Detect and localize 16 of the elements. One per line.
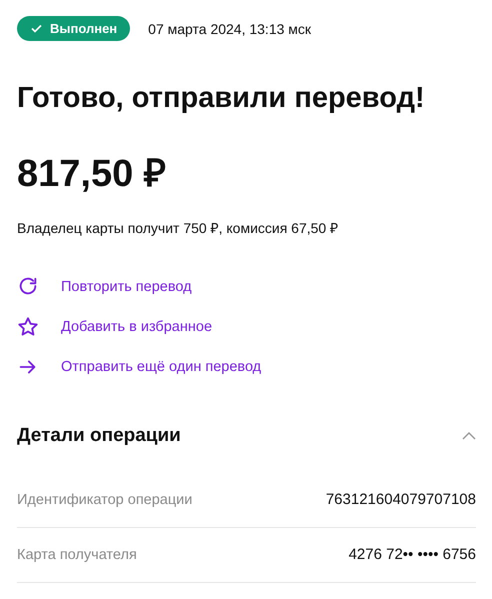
operation-date: 07 марта 2024, 13:13 мск [148, 20, 312, 36]
detail-value: 4276 72•• •••• 6756 [348, 546, 476, 564]
status-badge: Выполнен [17, 16, 130, 41]
chevron-icon[interactable] [462, 432, 476, 440]
action-link[interactable]: Добавить в избранное [17, 314, 476, 339]
action-link[interactable]: Повторить перевод [17, 274, 476, 299]
page-title: Готово, отправили перевод! [17, 81, 426, 116]
star-icon [17, 316, 39, 338]
detail-value: 763121604079707108 [326, 491, 476, 508]
detail-label: Карта получателя [17, 546, 137, 563]
check-icon [31, 24, 42, 33]
action-link[interactable]: Отправить ещё один перевод [17, 354, 476, 379]
commission-note: Владелец карты получит 750 ₽, комиссия 67,50 ₽ [17, 218, 340, 237]
amount: 817,50 ₽ [17, 154, 167, 196]
section-title: Детали операции [17, 424, 181, 447]
detail-label: Идентификатор операции [17, 492, 192, 508]
